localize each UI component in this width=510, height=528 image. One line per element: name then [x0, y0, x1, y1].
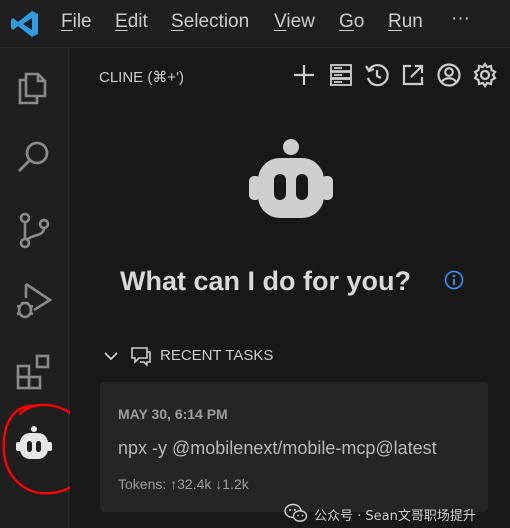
watermark-text: 公众号 · Sean文哥职场提升 [314, 509, 476, 524]
plus-icon[interactable] [291, 62, 317, 88]
popout-icon[interactable] [400, 62, 426, 88]
recent-task-item[interactable]: MAY 30, 6:14 PM npx -y @mobilenext/mobil… [100, 382, 488, 512]
vscode-logo-icon[interactable] [10, 9, 40, 39]
server-icon[interactable] [328, 62, 354, 88]
info-icon[interactable] [444, 270, 464, 290]
search-icon[interactable] [14, 138, 54, 178]
explorer-icon[interactable] [14, 66, 54, 106]
gear-icon[interactable] [472, 62, 498, 88]
menu-bar: File Edit Selection View Go Run ··· [0, 0, 510, 48]
extensions-icon[interactable] [14, 352, 54, 392]
menu-more-icon[interactable]: ··· [451, 8, 470, 30]
comment-discussion-icon [131, 347, 151, 366]
source-control-icon[interactable] [14, 210, 54, 250]
menu-go[interactable]: Go [339, 11, 364, 33]
wechat-icon [284, 503, 308, 522]
task-tokens: Tokens: ↑32.4k ↓1.2k [118, 476, 249, 492]
task-date: MAY 30, 6:14 PM [118, 406, 228, 422]
account-icon[interactable] [436, 62, 462, 88]
cline-robot-logo-icon [249, 139, 333, 218]
run-debug-icon[interactable] [14, 280, 54, 320]
menu-selection[interactable]: Selection [171, 11, 249, 33]
menu-edit[interactable]: Edit [115, 11, 148, 33]
cline-robot-icon[interactable] [14, 424, 54, 464]
menu-file[interactable]: File [61, 11, 92, 33]
history-icon[interactable] [364, 62, 390, 88]
chevron-down-icon [104, 352, 118, 361]
welcome-headline: What can I do for you? [120, 266, 411, 296]
panel-title: CLINE (⌘+') [99, 69, 184, 86]
recent-tasks-label: RECENT TASKS [160, 347, 274, 364]
menu-view[interactable]: View [274, 11, 315, 33]
task-text: npx -y @mobilenext/mobile-mcp@latest [118, 438, 437, 458]
cline-panel: CLINE (⌘+') What can I do for you? RECEN… [70, 48, 510, 528]
activity-bar [0, 48, 69, 528]
menu-run[interactable]: Run [388, 11, 423, 33]
